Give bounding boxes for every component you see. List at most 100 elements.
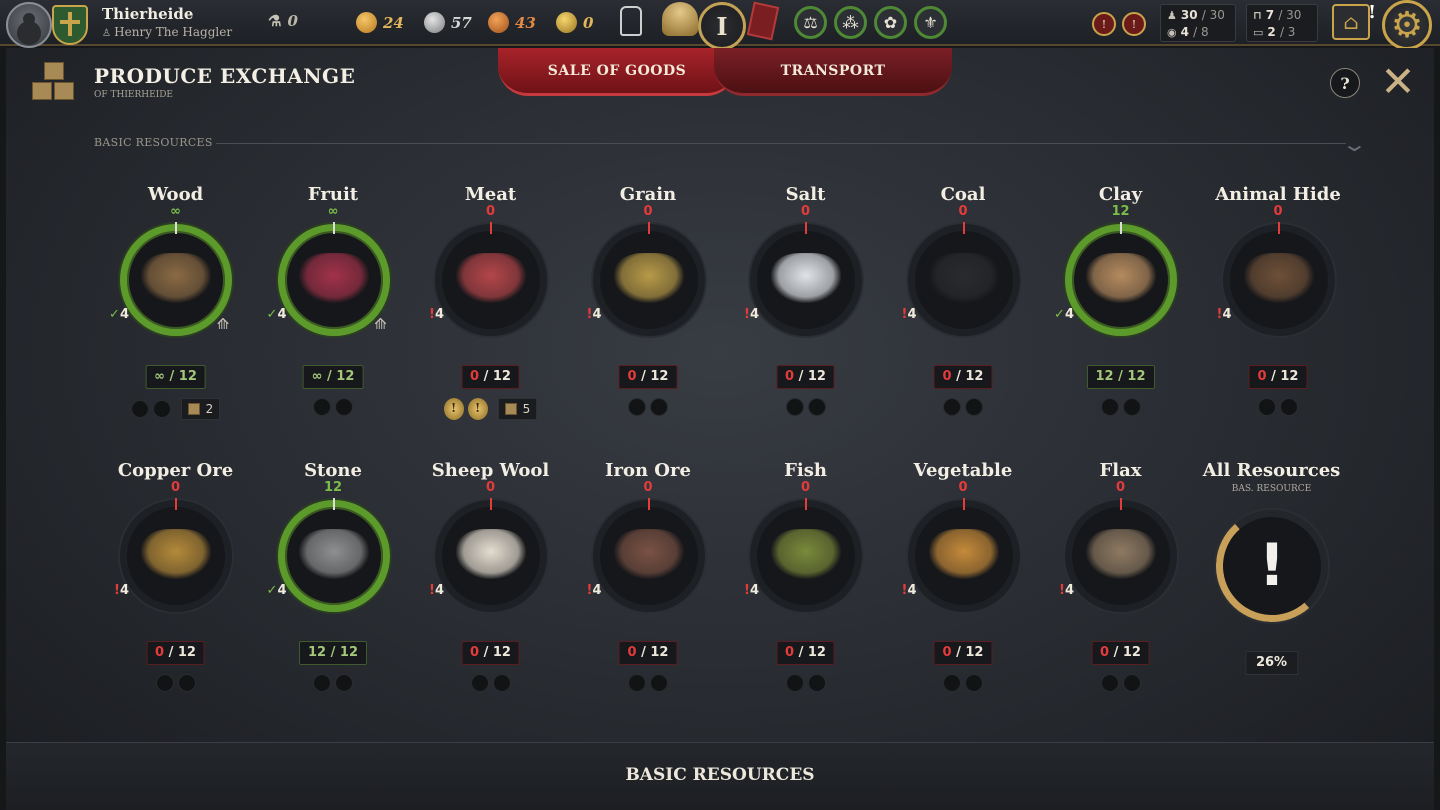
resource-card[interactable]: Animal Hide 0 !4 0 / 12: [1200, 184, 1357, 434]
influence-stat[interactable]: ⚗ 0: [268, 12, 298, 30]
trade-slot[interactable]: [807, 674, 826, 692]
player-name: Henry The Haggler: [102, 25, 232, 39]
tab-sale-of-goods[interactable]: SALE OF GOODS: [498, 48, 736, 96]
resource-card[interactable]: Sheep Wool 0 !4 0 / 12: [412, 460, 569, 710]
collapse-chevron-icon[interactable]: ⌄: [1341, 132, 1368, 156]
copper-stat[interactable]: 43: [488, 12, 536, 33]
trade-slot[interactable]: [1280, 398, 1298, 416]
resource-ring[interactable]: ✓4: [1054, 222, 1177, 336]
trade-slot[interactable]: [335, 674, 353, 692]
resource-card[interactable]: Iron Ore 0 !4 0 / 12: [570, 460, 727, 710]
event-alert-icon[interactable]: !: [1122, 12, 1146, 36]
consumer-value: 4: [1064, 583, 1074, 598]
trade-slot[interactable]: [807, 398, 826, 416]
gear-icon: ⚙: [1390, 4, 1424, 46]
resource-card[interactable]: Clay 12 ✓4 12 / 12: [1042, 184, 1199, 434]
resource-ring[interactable]: !4: [902, 222, 1020, 336]
trade-slot[interactable]: [650, 398, 668, 416]
player-portrait[interactable]: [6, 2, 52, 48]
trade-slot[interactable]: [152, 400, 171, 418]
trade-slot[interactable]: [1258, 398, 1276, 416]
resource-card[interactable]: Salt 0 !4 0 / 12: [727, 184, 884, 434]
medal-icon[interactable]: !: [467, 398, 488, 420]
resource-card[interactable]: Stone 12 ✓4 12 / 12: [255, 460, 412, 710]
warehouse-button[interactable]: ⌂ !: [1332, 2, 1376, 40]
resource-card[interactable]: Fish 0 !4 0 / 12: [727, 460, 884, 710]
resource-ring[interactable]: !4: [902, 498, 1020, 612]
event-alert-icon[interactable]: !: [1092, 12, 1116, 36]
trade-slot[interactable]: [965, 674, 983, 692]
resource-count: 0: [1115, 480, 1126, 495]
resource-card[interactable]: Wood ∞ ✓4 ⟰ ∞ / 12 2: [97, 184, 254, 434]
resource-ring[interactable]: !4: [587, 498, 705, 612]
resource-ring[interactable]: ✓4: [267, 498, 390, 612]
trade-slot[interactable]: [628, 398, 646, 416]
trade-slot[interactable]: [335, 398, 353, 416]
trade-slot[interactable]: [943, 398, 961, 416]
crown-stat[interactable]: 0: [556, 12, 593, 33]
consumer-value: 4: [907, 307, 917, 322]
trade-slot[interactable]: [1122, 398, 1141, 416]
resource-ring[interactable]: !4: [429, 222, 547, 336]
tab-transport[interactable]: TRANSPORT: [714, 48, 952, 96]
upgrade-chevron-icon[interactable]: ⟰: [371, 315, 391, 335]
resource-card[interactable]: Flax 0 !4 0 / 12: [1042, 460, 1199, 710]
resource-ring[interactable]: !4: [1059, 498, 1177, 612]
stock-current: 12: [308, 645, 327, 660]
resource-ring[interactable]: !4: [429, 498, 547, 612]
trade-slot[interactable]: [492, 674, 511, 692]
upgrade-chevron-icon[interactable]: ⟰: [213, 315, 233, 335]
trade-slot[interactable]: [313, 398, 331, 416]
close-button[interactable]: ✕: [1378, 61, 1418, 103]
scales-icon[interactable]: ⚖: [794, 6, 827, 39]
trade-slot[interactable]: [785, 398, 804, 416]
resource-ring[interactable]: ✓4 ⟰: [109, 222, 233, 336]
resource-ring[interactable]: !4: [744, 222, 862, 336]
trade-slot[interactable]: [130, 400, 149, 418]
fleur-de-lis-icon[interactable]: ⚜: [914, 6, 947, 39]
population-box[interactable]: ♟ 30 / 30 ◉ 4 / 8: [1160, 4, 1236, 42]
gear-group-icon[interactable]: ✿: [874, 6, 907, 39]
resource-card[interactable]: Fruit ∞ ✓4 ⟰ ∞ / 12: [255, 184, 412, 434]
resource-card[interactable]: Grain 0 !4 0 / 12: [570, 184, 727, 434]
trade-slot[interactable]: [785, 674, 804, 692]
town-crest-icon[interactable]: [52, 5, 88, 45]
resource-card[interactable]: Coal 0 !4 0 / 12: [885, 184, 1042, 434]
silver-stat[interactable]: 57: [424, 12, 472, 33]
noble-icon: ◉: [1167, 26, 1177, 39]
help-button[interactable]: ?: [1330, 68, 1360, 98]
silver-value: 57: [451, 13, 472, 32]
trade-slot[interactable]: [965, 398, 983, 416]
trade-slot[interactable]: [1122, 674, 1141, 692]
lantern-icon[interactable]: [620, 6, 642, 36]
settings-button[interactable]: ⚙: [1382, 0, 1432, 50]
resource-ring[interactable]: !4: [744, 498, 862, 612]
resource-ring[interactable]: !4: [114, 498, 232, 612]
resource-card[interactable]: Copper Ore 0 !4 0 / 12: [97, 460, 254, 710]
stock-display: 0 / 12: [1091, 641, 1150, 665]
trade-slot[interactable]: [1100, 398, 1119, 416]
resource-ring[interactable]: !4: [1217, 222, 1335, 336]
gold-stat[interactable]: 24: [356, 12, 404, 33]
people-icon[interactable]: ⁂: [834, 6, 867, 39]
person-icon: ♟: [1167, 9, 1177, 22]
storage-a-max: / 30: [1278, 8, 1302, 22]
trade-slot[interactable]: [1100, 674, 1119, 692]
trade-slot[interactable]: [943, 674, 961, 692]
resource-name: Flax: [1099, 460, 1142, 481]
resource-ring[interactable]: ✓4 ⟰: [267, 222, 391, 336]
all-resources-card[interactable]: All Resources BAS. RESOURCE ! 26%: [1193, 460, 1350, 720]
resource-card[interactable]: Vegetable 0 !4 0 / 12: [885, 460, 1042, 710]
trade-slot[interactable]: [155, 674, 174, 692]
trade-slot[interactable]: [628, 674, 646, 692]
medal-icon[interactable]: !: [443, 398, 464, 420]
storage-box[interactable]: ⊓ 7 / 30 ▭ 2 / 3: [1246, 4, 1318, 42]
resource-ring[interactable]: !4: [587, 222, 705, 336]
trade-slot[interactable]: [470, 674, 489, 692]
stock-max: / 12: [327, 369, 355, 384]
trade-slot[interactable]: [650, 674, 668, 692]
trade-slot[interactable]: [177, 674, 196, 692]
resource-card[interactable]: Meat 0 !4 0 / 12!! 5: [412, 184, 569, 434]
trade-slot[interactable]: [313, 674, 331, 692]
resource-name: Salt: [785, 184, 826, 205]
